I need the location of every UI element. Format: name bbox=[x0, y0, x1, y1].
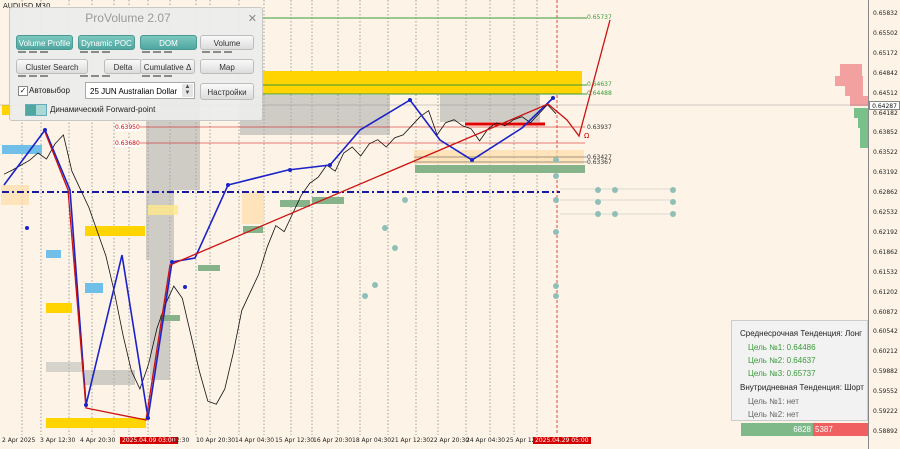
level-label-mid: 0.63937 bbox=[587, 124, 612, 131]
buy-volume: 6828 bbox=[741, 423, 813, 436]
price-tick-label: 0.65502 bbox=[873, 29, 898, 37]
time-tick-label: 22 Apr 20:30 bbox=[430, 437, 470, 444]
time-tick-label: 15 Apr 12:30 bbox=[275, 437, 315, 444]
price-series-line bbox=[3, 104, 557, 405]
volume-profile-button[interactable]: Volume Profile bbox=[16, 35, 73, 50]
map-button[interactable]: Map bbox=[200, 59, 254, 74]
price-tick-label: 0.65172 bbox=[873, 49, 898, 57]
panel-title: ProVolume 2.07 bbox=[85, 11, 171, 25]
delta-button[interactable]: Delta bbox=[104, 59, 142, 74]
forward-point-color-swatch[interactable] bbox=[25, 104, 47, 116]
settings-dots[interactable] bbox=[142, 51, 175, 55]
instrument-value: 25 JUN Australian Dollar bbox=[90, 87, 178, 96]
settings-dots[interactable] bbox=[142, 75, 175, 79]
mid-target-1: Цель №1: 0.64486 bbox=[748, 343, 816, 352]
level-label-red-upper: 0.63950 bbox=[115, 124, 140, 131]
level-label-target1: 0.64488 bbox=[587, 90, 612, 97]
chevron-updown-icon[interactable]: ▲ ▼ bbox=[182, 84, 193, 97]
cumulative-delta-button[interactable]: Cumulative Δ bbox=[140, 59, 195, 74]
price-tick-label: 0.61862 bbox=[873, 248, 898, 256]
price-tick-label: 0.60872 bbox=[873, 308, 898, 316]
time-tick-label: 3 Apr 12:30 bbox=[40, 437, 76, 444]
price-tick-label: 0.62532 bbox=[873, 209, 898, 216]
settings-button[interactable]: Настройки bbox=[200, 83, 254, 100]
settings-dots[interactable] bbox=[80, 51, 113, 55]
mid-target-3: Цель №3: 0.65737 bbox=[748, 369, 816, 378]
time-tick-label: 4 Apr 20:30 bbox=[80, 437, 116, 444]
price-tick-label: 0.61202 bbox=[873, 288, 898, 296]
omega-marker: Ω bbox=[584, 132, 590, 140]
mid-target-2: Цель №2: 0.64637 bbox=[748, 356, 816, 365]
price-tick-label: 0.65832 bbox=[873, 10, 898, 17]
close-icon[interactable]: ✕ bbox=[248, 12, 257, 25]
level-label-target3: 0.65737 bbox=[587, 14, 612, 21]
price-tick-label: 0.63522 bbox=[873, 149, 898, 157]
settings-dots[interactable] bbox=[18, 51, 51, 55]
time-tick-label: 2025.04.29 05:00 bbox=[533, 437, 591, 444]
price-tick-label: 0.58892 bbox=[873, 427, 898, 435]
forward-point-label: Динамический Forward-point bbox=[50, 105, 156, 114]
price-tick-label: 0.61532 bbox=[873, 268, 898, 276]
auto-select-checkbox[interactable]: ✓ bbox=[18, 86, 28, 96]
time-tick-label: 12:30 bbox=[172, 437, 190, 444]
sell-volume: 5387 bbox=[813, 423, 868, 436]
volume-button[interactable]: Volume bbox=[200, 35, 254, 50]
price-tick-label: 0.64842 bbox=[873, 69, 898, 77]
intraday-target-2: Цель №2: нет bbox=[748, 410, 799, 419]
settings-dots[interactable] bbox=[80, 75, 113, 79]
dom-button[interactable]: DOM bbox=[140, 35, 197, 50]
price-tick-label: 0.63852 bbox=[873, 129, 898, 137]
time-tick-label: 10 Apr 20:30 bbox=[196, 437, 236, 444]
level-label-red-lower: 0.63680 bbox=[115, 140, 140, 147]
level-label-low2: 0.63367 bbox=[587, 159, 612, 166]
time-tick-label: 16 Apr 20:30 bbox=[313, 437, 353, 444]
buy-sell-volume-bar: 6828 5387 bbox=[741, 423, 868, 436]
auto-select-label: Автовыбор bbox=[29, 86, 70, 95]
settings-dots[interactable] bbox=[202, 51, 235, 55]
time-tick-label: 18 Apr 04:30 bbox=[352, 437, 392, 444]
time-tick-label: 2025.04.09 03:00 bbox=[120, 437, 178, 444]
price-tick-label: 0.64512 bbox=[873, 89, 898, 97]
cluster-search-button[interactable]: Cluster Search bbox=[16, 59, 88, 74]
dynamic-poc-button[interactable]: Dynamic POC bbox=[78, 35, 135, 50]
price-tick-label: 0.62192 bbox=[873, 228, 898, 236]
price-axis[interactable] bbox=[868, 0, 900, 449]
instrument-select[interactable]: 25 JUN Australian Dollar ▲ ▼ bbox=[85, 82, 195, 99]
current-price-label: 0.64287 bbox=[869, 101, 900, 110]
price-tick-label: 0.63192 bbox=[873, 169, 898, 177]
time-tick-label: 25 Apr 12 bbox=[506, 437, 536, 444]
provolume-panel[interactable]: ProVolume 2.07 ✕ Volume Profile Dynamic … bbox=[9, 7, 263, 121]
price-tick-label: 0.62862 bbox=[873, 189, 898, 197]
mid-trend-title: Среднесрочная Тенденция: Лонг bbox=[740, 329, 863, 338]
time-tick-label: 24 Apr 04:30 bbox=[466, 437, 506, 444]
chart-window: AUDUSD,M30 0.65737 0.64637 0.64488 0.639… bbox=[0, 0, 900, 449]
time-tick-label: 2 Apr 2025 bbox=[2, 437, 36, 444]
intraday-trend-title: Внутридневная Тенденция: Шорт bbox=[740, 383, 864, 392]
trend-info-box: Среднесрочная Тенденция: Лонг Цель №1: 0… bbox=[731, 320, 868, 421]
level-label-target2: 0.64637 bbox=[587, 81, 612, 88]
time-tick-label: 14 Apr 04:30 bbox=[235, 437, 275, 444]
time-tick-label: 21 Apr 12:30 bbox=[391, 437, 431, 444]
settings-dots[interactable] bbox=[18, 75, 51, 79]
intraday-target-1: Цель №1: нет bbox=[748, 397, 799, 406]
